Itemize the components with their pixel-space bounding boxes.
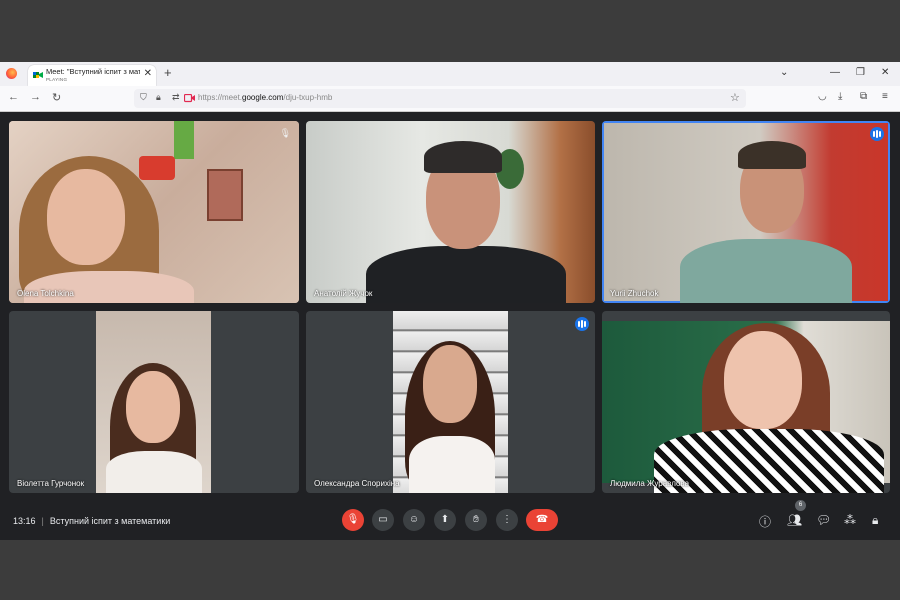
participant-body (366, 246, 566, 303)
present-screen-icon: ⬆ (440, 514, 450, 525)
more-vertical-icon: ⋮ (502, 514, 512, 525)
new-tab-icon[interactable]: + (164, 65, 172, 80)
url-prefix: https://meet. (198, 93, 243, 102)
pocket-icon[interactable]: ◡ (818, 91, 827, 102)
back-icon[interactable]: ← (8, 91, 19, 103)
participant-body (680, 239, 852, 303)
reactions-button[interactable]: ☺ (403, 509, 425, 531)
participant-name: Анатолій Жучок (314, 289, 373, 298)
meeting-controls-bar: 13:16 | Вступний іспит з математики 🎙︎ ▭ ☺… (0, 500, 900, 540)
meeting-info: 13:16 | Вступний іспит з математики (13, 516, 170, 526)
host-controls-icon[interactable]: 🔒︎ (872, 513, 878, 528)
hand-icon: ✋︎ (473, 514, 479, 525)
address-bar[interactable]: ⛉ 🔒︎ ⇄ https://meet.google.com/dju-txup-… (134, 89, 746, 108)
reload-icon[interactable]: ↻ (52, 91, 61, 104)
mic-toggle-button[interactable]: 🎙︎ (342, 509, 364, 531)
meeting-details-icon[interactable]: ⓘ (759, 513, 771, 530)
participant-tile-active[interactable]: Yurii Zhuchok (602, 121, 890, 303)
leave-call-button[interactable]: ☎ (526, 509, 558, 531)
raise-hand-button[interactable]: ✋︎ (465, 509, 487, 531)
minimize-icon[interactable]: — (830, 67, 840, 78)
chat-icon[interactable]: 💬︎ (816, 513, 831, 527)
participant-body (24, 271, 194, 303)
participant-tile[interactable]: Віолетта Гурчонок (9, 311, 299, 493)
wall-picture (207, 169, 243, 221)
participant-face (126, 371, 180, 443)
participant-hair (424, 141, 502, 173)
participant-name: Olena Tolchkina (17, 289, 74, 298)
clock-time: 13:16 (13, 516, 36, 526)
camera-toggle-button[interactable]: ▭ (372, 509, 394, 531)
list-tabs-icon[interactable]: ⌄ (780, 67, 788, 78)
url-domain: google.com (242, 93, 284, 102)
present-button[interactable]: ⬆ (434, 509, 456, 531)
participant-face (47, 169, 125, 265)
close-tab-icon[interactable]: ✕ (144, 68, 152, 79)
tab-title: Meet: "Вступний іспит з матем (46, 67, 140, 76)
tab-bar: Meet: "Вступний іспит з матем PLAYING ✕ … (0, 62, 900, 86)
wall-picture (174, 121, 194, 159)
camera-icon: ▭ (378, 514, 388, 525)
tab-status: PLAYING (46, 77, 68, 82)
participant-body (409, 436, 495, 493)
video-area (96, 311, 211, 493)
phone-hangup-icon: ☎ (535, 514, 549, 525)
participant-body (106, 451, 202, 493)
google-meet-icon (33, 72, 43, 78)
mic-off-icon: 🎙︎ (279, 128, 291, 138)
emoji-icon: ☺ (408, 514, 420, 525)
restore-icon[interactable]: ❐ (856, 67, 865, 78)
participant-tile[interactable]: Олександра Спорихіна (306, 311, 595, 493)
speaking-indicator-icon (870, 127, 884, 141)
mic-off-icon: 🎙︎ (346, 514, 360, 525)
extensions-icon[interactable]: ⧉ (860, 91, 867, 102)
participant-name: Віолетта Гурчонок (17, 479, 85, 488)
video-area (393, 311, 508, 493)
separator: | (41, 516, 44, 526)
shield-icon[interactable]: ⛉ (140, 92, 147, 103)
permissions-icon[interactable]: ⇄ (172, 92, 180, 103)
wall-decoration (139, 156, 175, 180)
download-icon[interactable]: ⤓ (838, 91, 842, 102)
participant-tile[interactable]: Анатолій Жучок (306, 121, 595, 303)
navigation-bar: ← → ↻ ⛉ 🔒︎ ⇄ https://meet.google.com/dju… (0, 86, 900, 112)
meeting-title: Вступний іспит з математики (49, 516, 171, 526)
firefox-icon[interactable] (6, 68, 17, 79)
url-path: /dju-txup-hmb (283, 93, 333, 102)
forward-icon[interactable]: → (30, 91, 41, 103)
participant-hair (738, 141, 806, 169)
participant-face (423, 345, 477, 423)
speaking-indicator-icon (575, 317, 589, 331)
menu-icon[interactable]: ≡ (882, 91, 888, 102)
bookmark-star-icon[interactable]: ☆ (730, 91, 740, 104)
participant-name: Людмила Журавлова (610, 479, 690, 488)
participant-tile[interactable]: 🎙︎ Olena Tolchkina (9, 121, 299, 303)
participant-face (724, 331, 802, 429)
participant-name: Yurii Zhuchok (610, 289, 659, 298)
people-icon[interactable]: 👥︎ (787, 513, 802, 527)
activities-icon[interactable]: ⁂ (844, 513, 856, 527)
lock-icon[interactable]: 🔒︎ (156, 92, 161, 103)
url-text: https://meet.google.com/dju-txup-hmb (198, 93, 332, 102)
camera-sharing-icon[interactable] (184, 94, 195, 103)
more-options-button[interactable]: ⋮ (496, 509, 518, 531)
browser-window: Meet: "Вступний іспит з матем PLAYING ✕ … (0, 62, 900, 540)
tab-meet[interactable]: Meet: "Вступний іспит з матем PLAYING ✕ (28, 65, 156, 86)
participant-count-badge: 6 (795, 500, 806, 511)
participant-tile[interactable]: Людмила Журавлова (602, 311, 890, 493)
participant-name: Олександра Спорихіна (314, 479, 400, 488)
close-window-icon[interactable]: ✕ (881, 67, 889, 78)
